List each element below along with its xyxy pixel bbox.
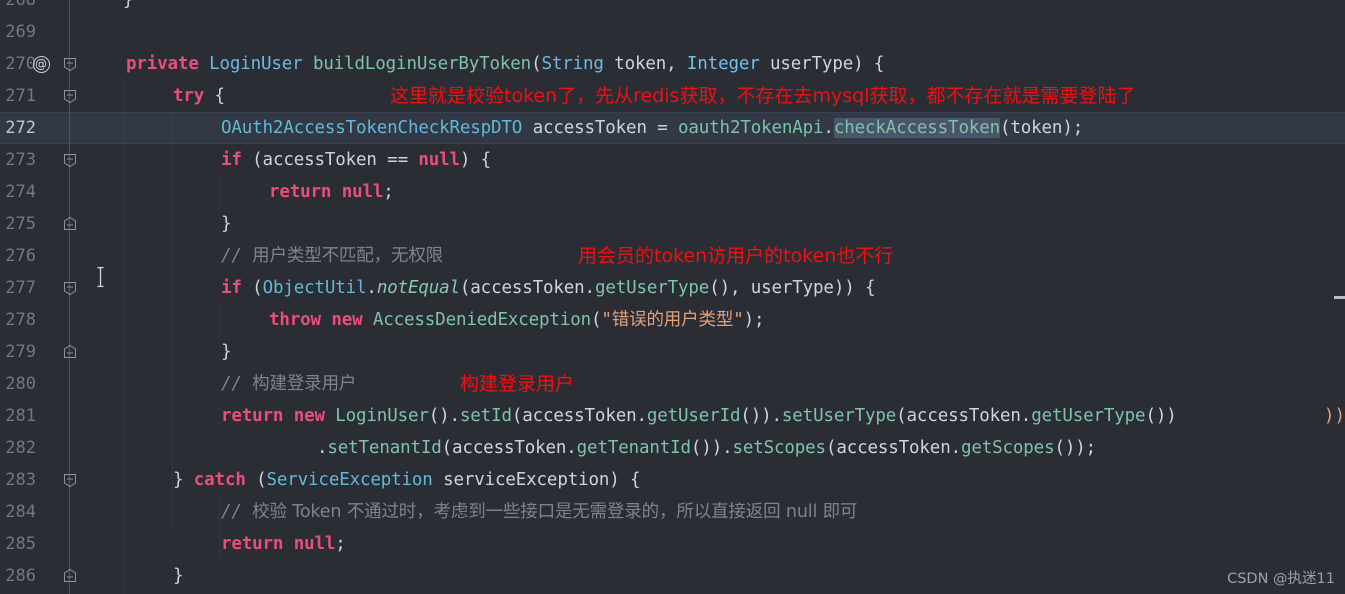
code-line[interactable]: .setTenantId(accessToken.getTenantId()).… [317,432,1096,464]
code-line[interactable]: return null; [221,528,346,560]
var-serviceexception: serviceException [432,470,610,490]
method-setusertype: setUserType [781,406,897,426]
method-setid: setId [459,406,512,426]
comment-slashes: // [221,502,253,522]
method-name: buildLoginUserByToken [312,54,532,74]
code-line-comment[interactable]: // 校验 Token 不通过时，考虑到一些接口是无需登录的，所以直接返回 nu… [221,496,857,528]
keyword-if: if [221,150,242,170]
type-loginuser: LoginUser [209,54,303,74]
keyword-new: new [320,310,363,330]
code-line[interactable]: throw new AccessDeniedException("错误的用户类型… [269,304,765,336]
string-literal: "错误的用户类型" [601,310,744,330]
keyword-return: return [221,406,284,426]
token-brace: } [173,566,184,586]
keyword-return: return [269,182,332,202]
type-integer: Integer [686,54,760,74]
selected-method-checkaccesstoken[interactable]: checkAccessToken [833,118,1000,138]
comment-slashes: // [221,374,253,394]
keyword-private: private [126,54,199,74]
token-brace: } [123,0,134,10]
code-line[interactable]: } [123,0,134,16]
api-oauth2tokenapi: oauth2TokenApi [678,118,824,138]
code-line[interactable]: return new LoginUser().setId(accessToken… [221,400,1177,432]
right-edge-marker [1334,296,1345,299]
overflow-parens: )) [1323,406,1345,426]
type-loginuser: LoginUser [324,406,429,426]
code-line-comment[interactable]: // 用户类型不匹配，无权限 [221,240,443,272]
method-getscopes: getScopes [960,438,1055,458]
keyword-return: return [221,534,284,554]
param-token: token [614,54,667,74]
keyword-null: null [283,534,336,554]
keyword-throw: throw [269,310,321,330]
keyword-null: null [418,150,460,170]
keyword-if: if [221,278,242,298]
comment-text: 用户类型不匹配，无权限 [252,246,444,266]
comment-text: 构建登录用户 [252,374,357,394]
keyword-catch: catch [193,470,246,490]
watermark: CSDN @执迷11 [1227,571,1335,587]
annotation-build-user: 构建登录用户 [460,373,575,395]
annotation-member-token: 用会员的token访用户的token也不行 [578,245,894,267]
method-getusertype: getUserType [594,278,710,298]
comment-text: 校验 Token 不通过时，考虑到一些接口是无需登录的，所以直接返回 null … [252,502,858,522]
code-line[interactable]: return null; [269,176,394,208]
keyword-null: null [331,182,384,202]
method-getusertype: getUserType [1031,406,1146,426]
code-editor[interactable]: 268 269 270 271 272 273 274 275 276 277 … [0,0,1345,594]
method-getuserid: getUserId [646,406,741,426]
method-settenantid: setTenantId [327,438,442,458]
code-line[interactable]: if (accessToken == null) { [221,144,491,176]
code-line[interactable]: } [221,336,232,368]
type-serviceexception: ServiceException [266,470,433,490]
type-objectutil: ObjectUtil [262,278,367,298]
method-notequal: notEqual [376,278,460,298]
var-accesstoken: accessToken [522,118,658,138]
token-brace: } [221,342,232,362]
code-line[interactable]: } [221,208,232,240]
type-accessdeniedexception: AccessDeniedException [362,310,591,330]
token-brace: } [221,214,232,234]
code-line[interactable]: if (ObjectUtil.notEqual(accessToken.getU… [221,272,876,304]
code-line[interactable]: private LoginUser buildLoginUserByToken(… [126,48,884,80]
method-gettenantid: getTenantId [576,438,691,458]
code-line-comment[interactable]: // 构建登录用户 [221,368,356,400]
code-line[interactable]: } catch (ServiceException serviceExcepti… [173,464,641,496]
param-usertype: userType [770,54,854,74]
keyword-new: new [283,406,325,426]
text-cursor-ibeam [96,266,105,288]
type-string: String [541,54,604,74]
code-line[interactable]: try { [173,80,225,112]
code-line[interactable]: } [173,560,184,592]
type-dto: OAuth2AccessTokenCheckRespDTO [221,118,523,138]
code-line[interactable]: OAuth2AccessTokenCheckRespDTO accessToke… [221,112,1083,144]
annotation-token-check: 这里就是校验token了，先从redis获取，不存在去mysql获取，都不存在就… [390,85,1136,107]
keyword-try: try [173,86,205,106]
comment-slashes: // [221,246,253,266]
method-setscopes: setScopes [732,438,826,458]
